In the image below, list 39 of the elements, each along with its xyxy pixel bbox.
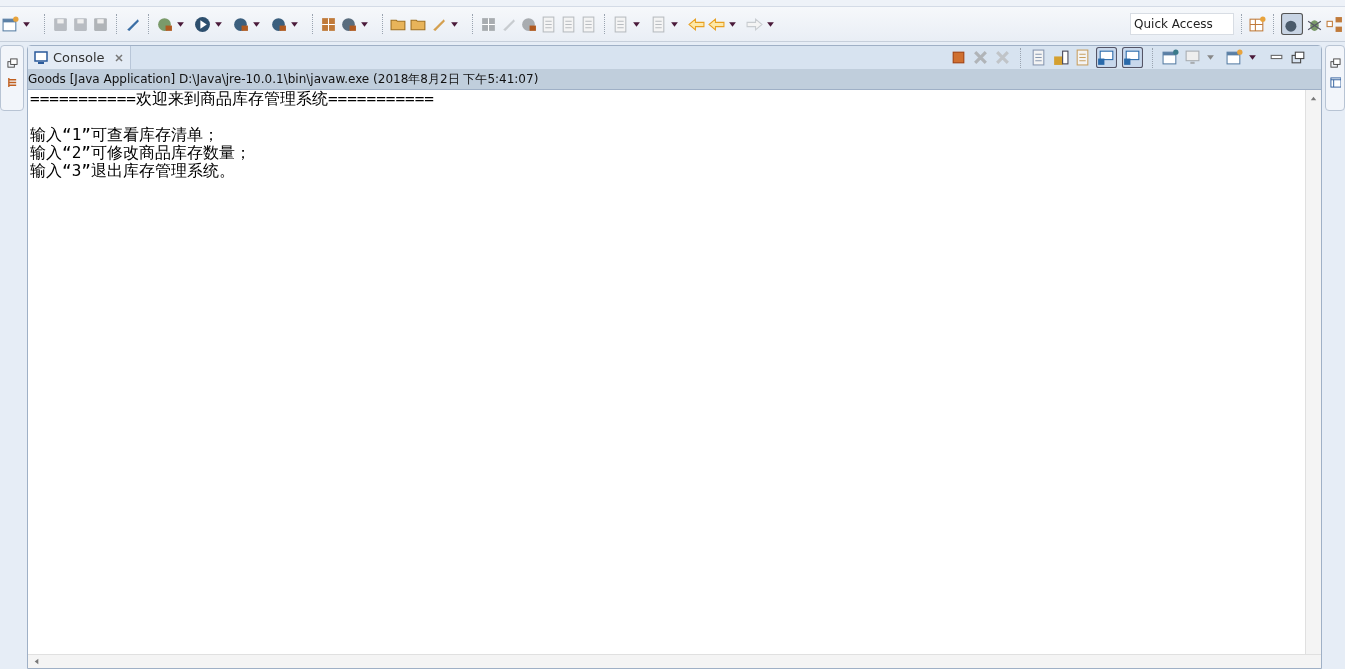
tab-label: Console xyxy=(53,50,105,65)
console-toggle-icon[interactable] xyxy=(1122,47,1143,68)
caret-icon[interactable] xyxy=(176,19,185,29)
caret-icon[interactable] xyxy=(728,19,737,29)
stop-icon[interactable] xyxy=(950,49,967,66)
console-line: 输入“3”退出库存管理系统。 xyxy=(30,162,236,180)
restore-icon[interactable] xyxy=(6,58,18,69)
caret-icon[interactable] xyxy=(766,19,775,29)
quick-access-field[interactable]: Quick Access xyxy=(1130,13,1234,35)
horizontal-scrollbar[interactable] xyxy=(28,654,1321,668)
caret-icon[interactable] xyxy=(360,19,369,29)
process-label: Goods [Java Application] D:\Java\jre-10.0.1\bin\javaw.exe (2018年8月2日 下午5:41:07) xyxy=(28,69,1321,90)
console-line: 输入“1”可查看库存清单； xyxy=(30,126,220,144)
vertical-scrollbar[interactable] xyxy=(1305,90,1321,654)
caret-icon[interactable] xyxy=(670,19,679,29)
new-window-icon[interactable] xyxy=(1226,49,1243,66)
caret-icon[interactable] xyxy=(632,19,641,29)
console-toggle-icon[interactable] xyxy=(1096,47,1117,68)
restore-icon[interactable] xyxy=(1329,58,1341,69)
caret-icon[interactable] xyxy=(22,19,31,29)
hierarchy-icon[interactable] xyxy=(1326,15,1343,33)
monitor-icon xyxy=(34,50,48,65)
caret-icon[interactable] xyxy=(214,19,223,29)
caret-icon[interactable] xyxy=(252,19,261,29)
document-icon[interactable] xyxy=(1030,49,1047,66)
caret-icon[interactable] xyxy=(290,19,299,29)
new-window-icon[interactable] xyxy=(2,15,19,33)
console-line: 输入“2”可修改商品库存数量； xyxy=(30,144,252,162)
window-icon[interactable] xyxy=(1329,77,1341,88)
caret-icon[interactable] xyxy=(1248,53,1257,62)
hierarchy-icon[interactable] xyxy=(6,77,18,88)
scroll-left-icon[interactable] xyxy=(32,657,41,666)
caret-icon[interactable] xyxy=(450,19,459,29)
restore-icon[interactable] xyxy=(1290,49,1307,66)
close-icon[interactable] xyxy=(113,52,124,63)
perspective-icon[interactable] xyxy=(1249,15,1266,33)
scroll-up-icon[interactable] xyxy=(1309,94,1318,103)
console-tab[interactable]: Console xyxy=(28,46,131,69)
console-line: ===========欢迎来到商品库存管理系统=========== xyxy=(30,90,435,108)
